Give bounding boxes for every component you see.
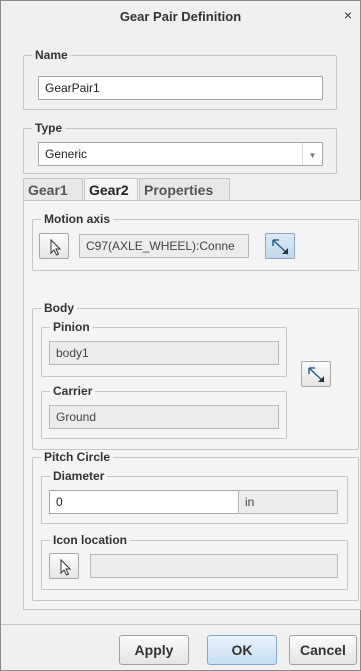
motion-axis-legend: Motion axis bbox=[41, 212, 114, 226]
icon-location-legend: Icon location bbox=[50, 533, 131, 547]
diameter-group: Diameter 0 in bbox=[41, 469, 348, 524]
motion-axis-group: Motion axis C97(AXLE_WHEEL):Conne bbox=[32, 212, 359, 271]
pinion-group: Pinion body1 bbox=[41, 320, 287, 377]
diameter-unit: in bbox=[238, 490, 338, 514]
motion-axis-select-button[interactable] bbox=[39, 233, 69, 259]
name-legend: Name bbox=[32, 48, 71, 62]
carrier-legend: Carrier bbox=[50, 384, 96, 398]
swap-bodies-icon bbox=[308, 367, 325, 383]
tab-properties[interactable]: Properties bbox=[139, 178, 230, 200]
icon-location-field[interactable] bbox=[90, 554, 338, 578]
type-select-value: Generic bbox=[45, 147, 88, 161]
dialog-title: Gear Pair Definition bbox=[119, 9, 242, 24]
apply-button[interactable]: Apply bbox=[119, 635, 189, 665]
body-legend: Body bbox=[41, 301, 77, 315]
cursor-arrow-icon bbox=[50, 238, 62, 256]
pitch-circle-legend: Pitch Circle bbox=[41, 450, 114, 464]
chevron-down-icon[interactable]: ▼ bbox=[302, 143, 322, 165]
close-icon[interactable]: × bbox=[342, 8, 354, 22]
type-legend: Type bbox=[32, 121, 66, 135]
ok-button[interactable]: OK bbox=[207, 635, 277, 665]
body-group: Body Pinion body1 Carrier Ground bbox=[32, 301, 359, 450]
tab-gear1[interactable]: Gear1 bbox=[23, 178, 83, 200]
pitch-circle-group: Pitch Circle Diameter 0 in Icon location bbox=[32, 450, 359, 601]
carrier-group: Carrier Ground bbox=[41, 384, 287, 439]
tab-panel-gear2: Motion axis C97(AXLE_WHEEL):Conne Body P… bbox=[23, 200, 361, 610]
tab-gear2[interactable]: Gear2 bbox=[84, 178, 138, 202]
type-group: Type Generic ▼ bbox=[23, 121, 337, 174]
icon-location-select-button[interactable] bbox=[49, 553, 79, 579]
footer-divider bbox=[1, 624, 360, 625]
motion-axis-field[interactable]: C97(AXLE_WHEEL):Conne bbox=[79, 234, 249, 258]
diameter-legend: Diameter bbox=[50, 469, 108, 483]
carrier-field[interactable]: Ground bbox=[49, 405, 279, 429]
icon-location-group: Icon location bbox=[41, 533, 348, 590]
motion-axis-flip-button[interactable] bbox=[265, 233, 295, 259]
pinion-field[interactable]: body1 bbox=[49, 341, 279, 365]
diameter-input[interactable]: 0 bbox=[49, 490, 239, 514]
name-group: Name GearPair1 bbox=[23, 48, 337, 110]
cursor-arrow-icon bbox=[60, 558, 72, 576]
name-input[interactable]: GearPair1 bbox=[38, 76, 323, 100]
cancel-button[interactable]: Cancel bbox=[289, 635, 357, 665]
gear-pair-dialog: Gear Pair Definition × Name GearPair1 Ty… bbox=[0, 0, 361, 671]
pinion-legend: Pinion bbox=[50, 320, 93, 334]
type-select[interactable]: Generic ▼ bbox=[38, 142, 323, 166]
title-bar[interactable]: Gear Pair Definition × bbox=[1, 0, 360, 32]
swap-bodies-button[interactable] bbox=[301, 361, 331, 387]
flip-direction-icon bbox=[272, 239, 289, 255]
